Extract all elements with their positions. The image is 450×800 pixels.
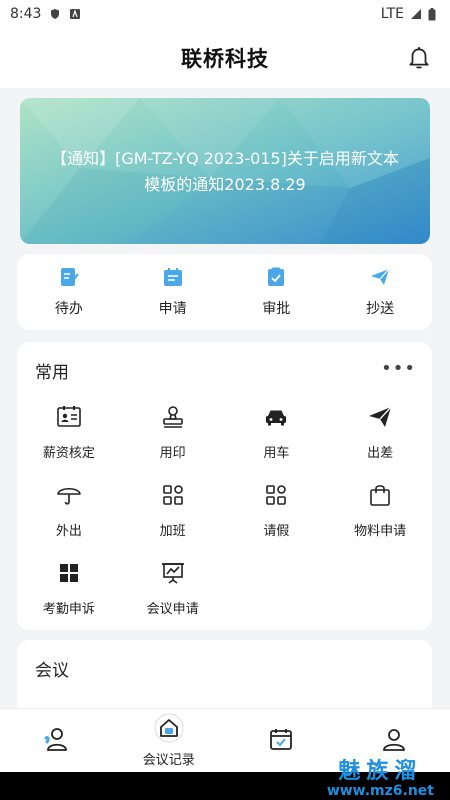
grid-item-label: 薪资核定 bbox=[42, 446, 95, 461]
bell-icon[interactable] bbox=[406, 44, 432, 70]
grid-item-business-trip[interactable]: 出差 bbox=[328, 404, 432, 462]
battery-icon bbox=[428, 8, 440, 21]
grid-item-label: 会议申请 bbox=[146, 602, 199, 617]
grid-item-overtime[interactable]: 加班 bbox=[121, 482, 225, 540]
quick-action-label: 申请 bbox=[158, 301, 187, 317]
grid-item-go-out[interactable]: 外出 bbox=[17, 482, 121, 540]
apply-icon bbox=[162, 266, 184, 292]
network-label: LTE bbox=[380, 6, 404, 22]
watermark-line2: www.mz6.net bbox=[326, 783, 434, 799]
profile-icon bbox=[381, 726, 407, 756]
car-icon bbox=[263, 404, 289, 434]
bag-icon bbox=[367, 482, 393, 512]
shield-icon bbox=[49, 8, 61, 20]
grid-item-label: 请假 bbox=[263, 524, 290, 539]
leave-icon bbox=[263, 482, 289, 512]
quick-action-cc[interactable]: 抄送 bbox=[328, 254, 432, 330]
grid-item-label: 加班 bbox=[159, 524, 186, 539]
grid-item-label: 物料申请 bbox=[354, 524, 407, 539]
quick-action-apply[interactable]: 申请 bbox=[121, 254, 225, 330]
tab-calendar[interactable] bbox=[225, 709, 338, 772]
tab-home[interactable]: 会议记录 bbox=[113, 709, 226, 772]
more-icon[interactable]: ••• bbox=[381, 358, 416, 379]
signal-icon bbox=[410, 8, 422, 20]
status-bar: 8:43 LTE bbox=[0, 0, 450, 28]
banner-notice-text: 【通知】[GM-TZ-YQ 2023-015]关于启用新文本模板的通知2023.… bbox=[51, 149, 399, 194]
quick-action-label: 审批 bbox=[262, 301, 291, 317]
status-time: 8:43 bbox=[10, 6, 42, 22]
stamp-icon bbox=[160, 404, 186, 434]
paper-plane-icon bbox=[367, 404, 393, 434]
quick-action-approve[interactable]: 审批 bbox=[225, 254, 329, 330]
notification-a-icon bbox=[69, 8, 81, 20]
contacts-icon bbox=[42, 725, 70, 757]
grid-item-label: 外出 bbox=[55, 524, 82, 539]
grid-item-leave[interactable]: 请假 bbox=[225, 482, 329, 540]
grid-item-salary[interactable]: 薪资核定 bbox=[17, 404, 121, 462]
grid-item-attendance-appeal[interactable]: 考勤申诉 bbox=[17, 560, 121, 618]
grid-item-label: 考勤申诉 bbox=[42, 602, 95, 617]
common-section: 常用 ••• 薪资核定 用印 用车 出差 外出 加班 请假 物料申请 考勤申诉 … bbox=[17, 342, 432, 630]
quick-action-label: 抄送 bbox=[366, 301, 395, 317]
quick-action-label: 待办 bbox=[54, 301, 83, 317]
watermark-line1: 魅族溜 bbox=[338, 758, 423, 784]
grid-item-meeting-request[interactable]: 会议申请 bbox=[121, 560, 225, 618]
grid-item-stamp[interactable]: 用印 bbox=[121, 404, 225, 462]
salary-icon bbox=[56, 404, 82, 434]
app-header: 联桥科技 bbox=[0, 28, 450, 88]
notice-banner[interactable]: 【通知】[GM-TZ-YQ 2023-015]关于启用新文本模板的通知2023.… bbox=[20, 98, 430, 244]
watermark: 魅族溜 www.mz6.net bbox=[327, 758, 434, 798]
grid-item-label: 用印 bbox=[159, 446, 186, 461]
presentation-icon bbox=[160, 560, 186, 590]
calendar-icon bbox=[268, 726, 294, 756]
grid-item-material-request[interactable]: 物料申请 bbox=[328, 482, 432, 540]
overtime-icon bbox=[160, 482, 186, 512]
tab-contacts[interactable] bbox=[0, 709, 113, 772]
section-title: 常用 bbox=[35, 363, 69, 383]
tab-label: 会议记录 bbox=[142, 753, 195, 768]
grid-item-label: 用车 bbox=[263, 446, 290, 461]
home-icon bbox=[154, 713, 184, 747]
grid-item-label: 出差 bbox=[367, 446, 394, 461]
page-title: 联桥科技 bbox=[181, 47, 269, 71]
quick-actions-card: 待办 申请 审批 抄送 bbox=[17, 254, 432, 330]
send-icon bbox=[369, 266, 391, 292]
section-title: 会议 bbox=[35, 661, 69, 681]
common-grid: 薪资核定 用印 用车 出差 外出 加班 请假 物料申请 考勤申诉 会议申请 bbox=[17, 404, 432, 618]
grid-item-car[interactable]: 用车 bbox=[225, 404, 329, 462]
quick-action-todo[interactable]: 待办 bbox=[17, 254, 121, 330]
todo-icon bbox=[58, 266, 80, 292]
grid-icon bbox=[56, 560, 82, 590]
approve-icon bbox=[265, 266, 287, 292]
umbrella-icon bbox=[56, 482, 82, 512]
